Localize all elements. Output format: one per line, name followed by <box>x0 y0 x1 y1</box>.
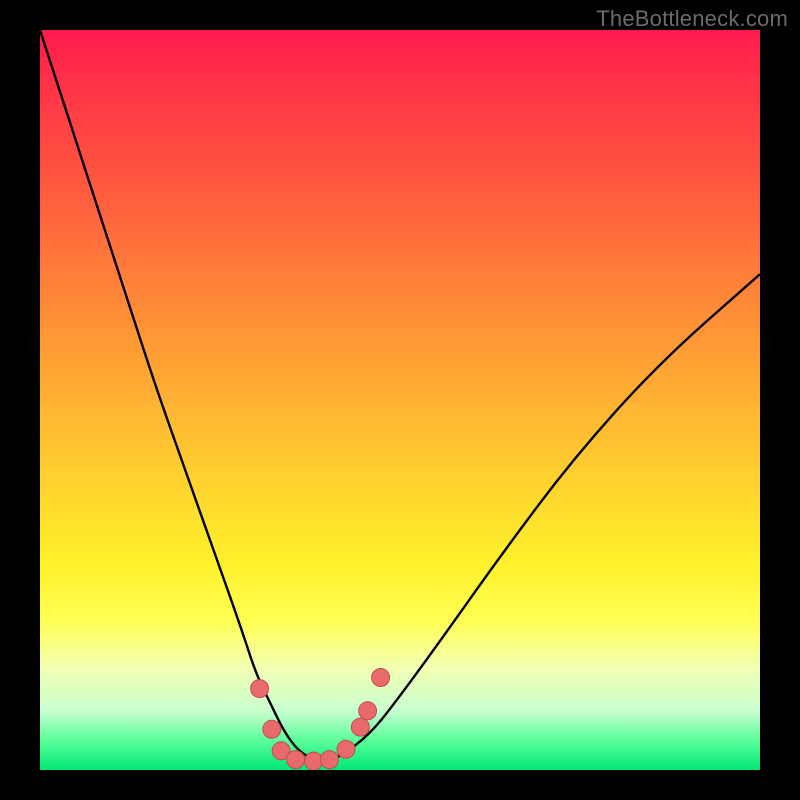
plot-area <box>40 30 760 770</box>
curve-marker <box>320 751 338 769</box>
chart-overlay <box>40 30 760 770</box>
curve-marker <box>251 680 269 698</box>
watermark-text: TheBottleneck.com <box>596 6 788 32</box>
curve-marker <box>351 718 369 736</box>
curve-marker <box>263 720 281 738</box>
chart-frame: TheBottleneck.com <box>0 0 800 800</box>
curve-marker <box>287 751 305 769</box>
curve-marker <box>372 669 390 687</box>
curve-marker <box>359 702 377 720</box>
curve-marker <box>305 752 323 770</box>
curve-markers <box>251 669 390 771</box>
curve-marker <box>337 740 355 758</box>
bottleneck-curve <box>40 30 760 761</box>
